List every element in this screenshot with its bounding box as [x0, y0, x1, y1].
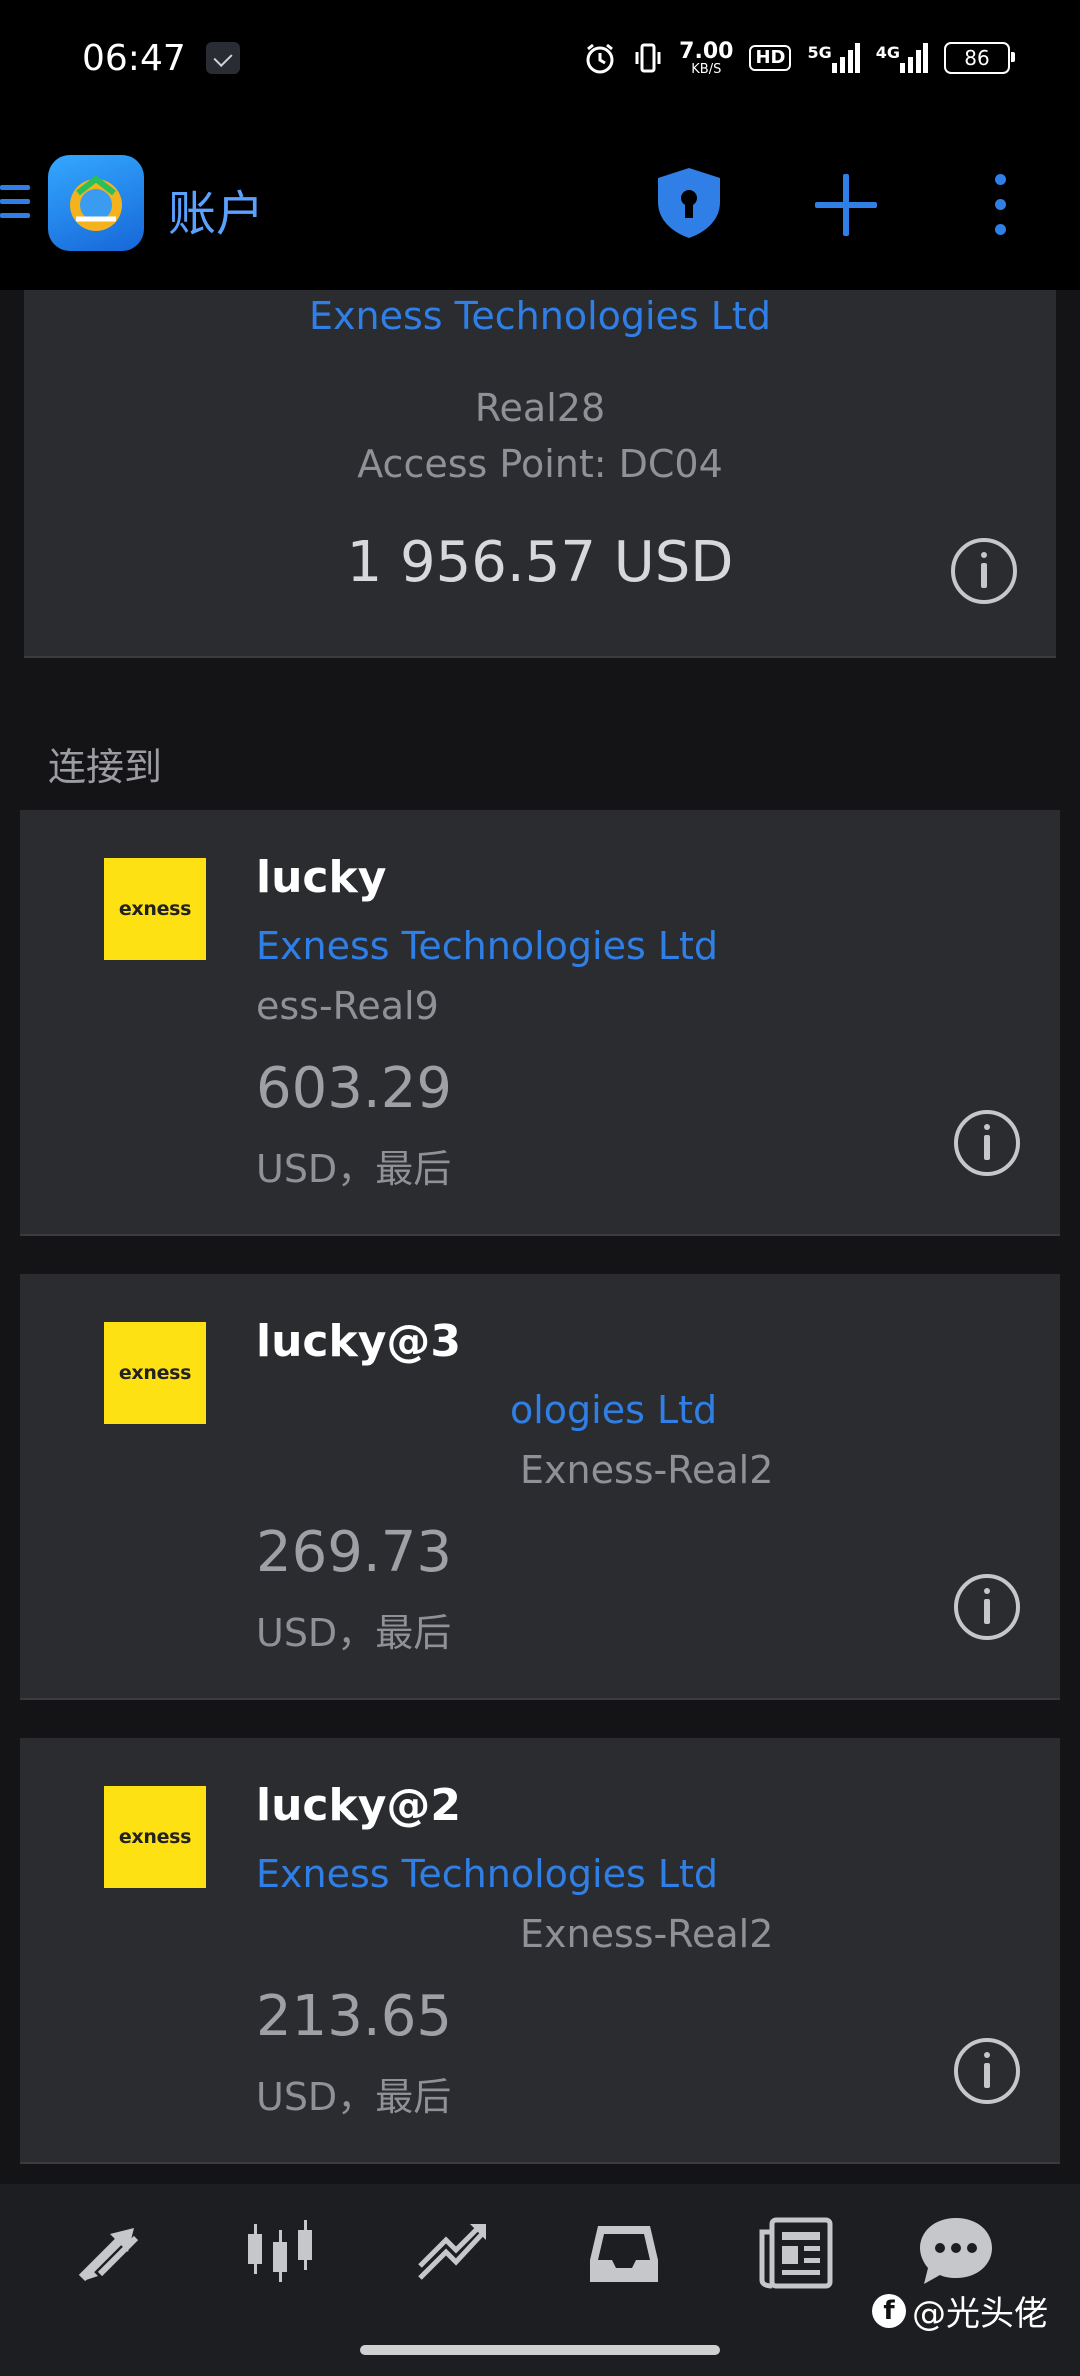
exness-logo: exness [104, 1322, 206, 1424]
chart-icon[interactable] [240, 2212, 320, 2292]
account-balance: 603.29 [256, 1056, 452, 1121]
status-time: 06:47 [82, 38, 186, 79]
quotes-icon[interactable] [70, 2212, 150, 2292]
account-card[interactable]: exness lucky@3 ologies Ltd Exness-Real2 … [20, 1274, 1060, 1700]
network-speed: 7.00 KB/S [679, 38, 734, 77]
section-label: 连接到 [48, 745, 163, 789]
page-title: 账户 [168, 186, 265, 242]
account-company: ologies Ltd [510, 1388, 718, 1432]
account-status: USD，最后 [256, 2075, 452, 2119]
shield-icon[interactable] [654, 166, 724, 240]
account-status: USD，最后 [256, 1147, 452, 1191]
account-card[interactable]: exness lucky@2 Exness Technologies Ltd E… [20, 1738, 1060, 2164]
signal-5g-label: 5G [807, 43, 832, 62]
history-icon[interactable] [584, 2212, 664, 2292]
account-company: Exness Technologies Ltd [256, 1852, 719, 1896]
account-name: lucky [256, 852, 387, 903]
watermark: f @光头佬 [872, 2286, 1048, 2335]
news-icon[interactable] [756, 2212, 836, 2292]
menu-icon[interactable] [0, 185, 30, 229]
account-balance: 269.73 [256, 1520, 452, 1585]
messages-icon[interactable] [916, 2212, 996, 2292]
account-balance: 213.65 [256, 1984, 452, 2049]
message-notification-icon [206, 42, 240, 74]
current-account-card[interactable]: Exness Technologies Ltd Real28 Access Po… [24, 290, 1056, 658]
account-name: lucky@2 [256, 1780, 462, 1831]
signal-4g-icon: 4G [876, 43, 928, 73]
network-speed-value: 7.00 [679, 38, 734, 64]
hd-icon: HD [749, 45, 792, 71]
signal-5g-icon: 5G [807, 43, 860, 73]
account-server: ess-Real9 [256, 984, 439, 1028]
exness-logo: exness [104, 858, 206, 960]
exness-logo: exness [104, 1786, 206, 1888]
current-account-access-point: Access Point: DC04 [357, 442, 723, 486]
current-account-balance: 1 956.57 USD [346, 530, 734, 595]
account-server: Exness-Real2 [520, 1912, 774, 1956]
info-icon[interactable] [954, 2038, 1020, 2104]
account-status: USD，最后 [256, 1611, 452, 1655]
app-bar [0, 120, 1080, 290]
more-options-icon[interactable] [993, 174, 1009, 235]
status-icons: 7.00 KB/S HD 5G 4G 86 [583, 36, 1015, 80]
info-icon[interactable] [954, 1110, 1020, 1176]
watermark-text: @光头佬 [912, 2294, 1048, 2334]
trade-icon[interactable] [412, 2212, 492, 2292]
status-bar: 06:47 7.00 KB/S HD 5G 4G 86 [0, 0, 1080, 120]
add-account-button[interactable] [815, 174, 877, 236]
account-company: Exness Technologies Ltd [256, 924, 719, 968]
account-name: lucky@3 [256, 1316, 462, 1367]
network-speed-unit: KB/S [691, 61, 722, 77]
battery-level: 86 [964, 46, 990, 70]
facebook-icon: f [872, 2293, 906, 2328]
battery-icon: 86 [944, 42, 1015, 74]
home-indicator[interactable] [360, 2345, 720, 2355]
app-logo-icon [48, 155, 144, 251]
account-card[interactable]: exness lucky Exness Technologies Ltd ess… [20, 810, 1060, 1236]
signal-4g-label: 4G [875, 43, 900, 62]
vibrate-icon [633, 41, 663, 75]
current-account-company: Exness Technologies Ltd [308, 294, 771, 338]
alarm-icon [583, 41, 617, 75]
info-icon[interactable] [954, 1574, 1020, 1640]
account-server: Exness-Real2 [520, 1448, 774, 1492]
info-icon[interactable] [951, 538, 1017, 604]
current-account-server: Real28 [474, 386, 606, 430]
